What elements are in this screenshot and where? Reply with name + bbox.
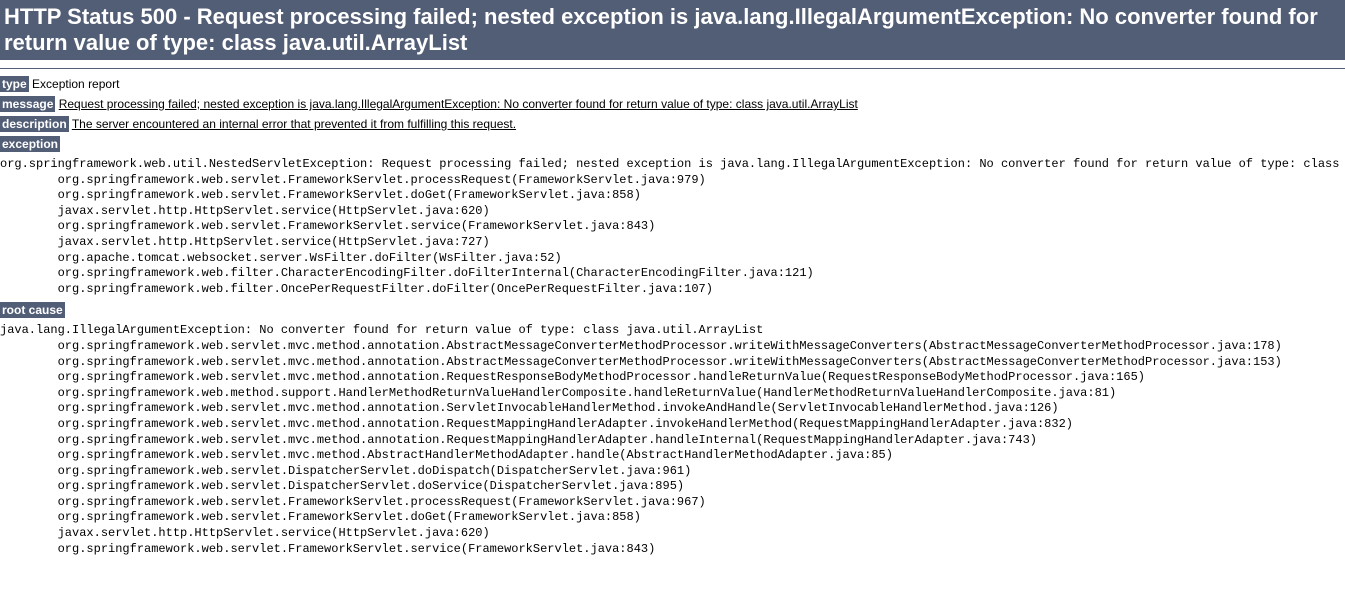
divider: [0, 68, 1345, 69]
rootcause-trace: java.lang.IllegalArgumentException: No c…: [0, 323, 1345, 557]
description-label: description: [0, 116, 69, 132]
message-row: message Request processing failed; neste…: [0, 97, 1345, 111]
exception-row: exception: [0, 137, 1345, 151]
message-label: message: [0, 96, 55, 112]
description-row: description The server encountered an in…: [0, 117, 1345, 131]
page-title: HTTP Status 500 - Request processing fai…: [0, 0, 1345, 60]
rootcause-label: root cause: [0, 302, 65, 318]
exception-trace: org.springframework.web.util.NestedServl…: [0, 157, 1345, 297]
message-value: Request processing failed; nested except…: [59, 97, 858, 111]
type-value: Exception report: [32, 77, 119, 91]
type-label: type: [0, 76, 29, 92]
description-value: The server encountered an internal error…: [72, 117, 516, 131]
rootcause-row: root cause: [0, 303, 1345, 317]
type-row: type Exception report: [0, 77, 1345, 91]
exception-label: exception: [0, 136, 60, 152]
